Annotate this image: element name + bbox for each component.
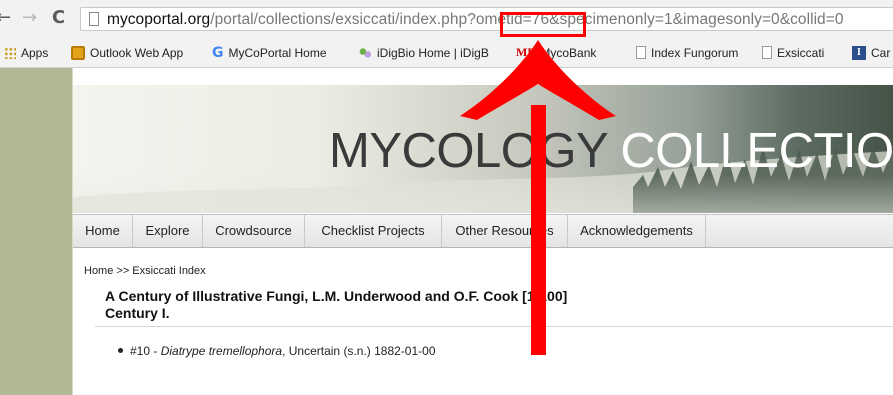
reload-icon[interactable]: C (52, 8, 65, 28)
bullet-icon (118, 348, 123, 354)
bookmark-apps[interactable]: Apps (4, 38, 48, 67)
record-taxon-link[interactable]: Diatrype tremellophora (161, 344, 282, 358)
back-arrow-icon[interactable]: ← (0, 8, 11, 28)
highlight-box (500, 12, 586, 37)
breadcrumb[interactable]: Home >> Exsiccati Index (84, 265, 206, 277)
url-text[interactable]: mycoportal.org/portal/collections/exsicc… (107, 11, 844, 29)
exsiccati-title: A Century of Illustrative Fungi, L.M. Un… (105, 288, 568, 304)
nav-other-resources[interactable]: Other Resources (442, 215, 568, 247)
bookmarks-bar: Apps Outlook Web App G MyCoPortal Home i… (0, 38, 893, 68)
bookmark-index-fungorum[interactable]: Index Fungorum (636, 38, 738, 67)
bookmark-mycoportal[interactable]: G MyCoPortal Home (212, 38, 327, 67)
nav-home[interactable]: Home (73, 215, 133, 247)
outlook-icon (71, 45, 85, 60)
bookmark-car[interactable]: I Car (852, 38, 890, 67)
bookmark-idigbio[interactable]: iDigBio Home | iDigB (358, 38, 498, 67)
site-nav: Home Explore Crowdsource Checklist Proje… (73, 214, 893, 248)
bookmark-label: Outlook Web App (90, 45, 184, 60)
idigbio-icon (358, 45, 372, 60)
address-bar[interactable]: mycoportal.org/portal/collections/exsicc… (80, 7, 893, 31)
exsiccati-subtitle: Century I. (105, 305, 170, 321)
url-domain: mycoportal.org (107, 11, 211, 28)
apps-grid-icon (4, 46, 16, 59)
page-icon (762, 46, 772, 59)
bookmark-mycobank[interactable]: MB MycoBank (516, 38, 596, 67)
bookmark-logo-icon: I (852, 45, 866, 60)
record-details: , Uncertain (s.n.) 1882-01-00 (282, 344, 436, 358)
bookmark-label: MycoBank (540, 45, 597, 60)
page-title: A Century of Illustrative Fungi, L.M. Un… (105, 288, 567, 322)
record-number: #10 - (130, 344, 161, 358)
divider (95, 326, 893, 327)
bookmark-label: Index Fungorum (651, 45, 739, 60)
forward-arrow-icon[interactable]: → (22, 8, 37, 28)
bookmark-label: Car (871, 45, 891, 60)
bookmark-label: iDigBio Home | iDigB (377, 45, 489, 60)
banner-title: MYCOLOGY COLLECTION (329, 123, 893, 179)
bookmark-label: Exsiccati (777, 45, 825, 60)
banner-title-word-2: COLLECTION (620, 124, 893, 178)
google-icon: G (212, 44, 224, 61)
nav-crowdsource[interactable]: Crowdsource (203, 215, 305, 247)
bookmark-label: MyCoPortal Home (228, 45, 327, 60)
site-banner: MYCOLOGY COLLECTION (73, 85, 893, 213)
mycobank-icon: MB (516, 45, 536, 59)
bookmark-exsiccati[interactable]: Exsiccati (762, 38, 824, 67)
page-icon (89, 12, 99, 26)
nav-acknowledgements[interactable]: Acknowledgements (568, 215, 706, 247)
bookmark-label: Apps (21, 45, 49, 60)
nav-explore[interactable]: Explore (133, 215, 203, 247)
list-item[interactable]: #10 - Diatrype tremellophora, Uncertain … (118, 344, 436, 358)
banner-title-word-1: MYCOLOGY (329, 124, 608, 178)
bookmark-outlook[interactable]: Outlook Web App (71, 38, 183, 67)
page-content: MYCOLOGY COLLECTION Home Explore Crowdso… (0, 68, 893, 395)
page-icon (636, 46, 646, 59)
left-sidebar (0, 68, 72, 395)
nav-checklist-projects[interactable]: Checklist Projects (305, 215, 442, 247)
browser-toolbar: ← → C mycoportal.org/portal/collections/… (0, 0, 893, 38)
